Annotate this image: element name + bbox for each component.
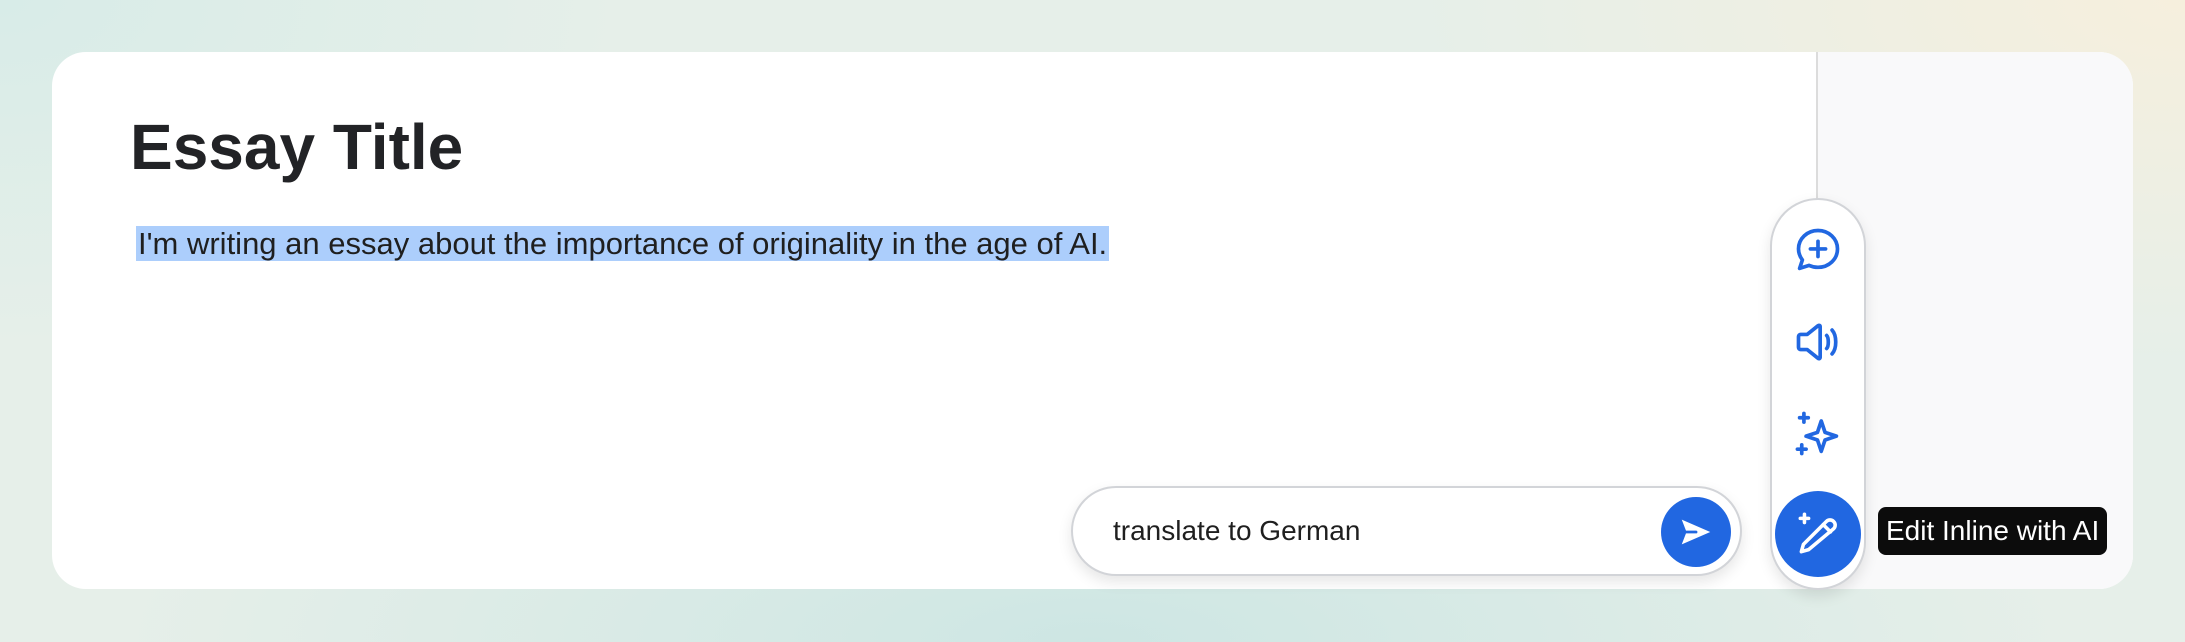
essay-title[interactable]: Essay Title	[130, 112, 463, 183]
add-comment-button[interactable]	[1788, 220, 1848, 280]
edit-inline-ai-button[interactable]	[1775, 491, 1861, 577]
send-button[interactable]	[1661, 497, 1731, 567]
speaker-icon	[1796, 323, 1838, 361]
comment-add-icon	[1796, 228, 1840, 271]
sparkles-icon	[1795, 411, 1839, 456]
selected-text[interactable]: I'm writing an essay about the importanc…	[136, 226, 1110, 261]
ai-prompt-bar	[1071, 486, 1742, 576]
tooltip: Edit Inline with AI	[1878, 507, 2108, 555]
magic-pencil-icon	[1798, 512, 1837, 554]
ai-suggestions-button[interactable]	[1788, 404, 1848, 464]
ai-prompt-input[interactable]	[1113, 506, 1613, 556]
send-icon	[1681, 519, 1711, 545]
essay-body[interactable]: I'm writing an essay about the importanc…	[136, 220, 1110, 268]
floating-toolbar	[1770, 198, 1866, 590]
read-aloud-button[interactable]	[1788, 312, 1848, 372]
